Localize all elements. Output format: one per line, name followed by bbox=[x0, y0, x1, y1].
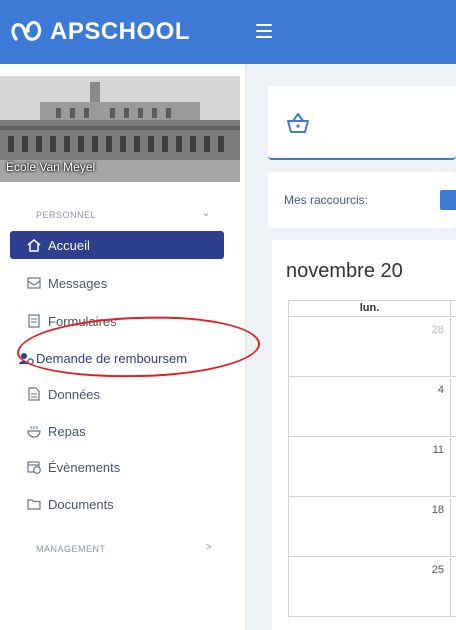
sidebar-item-label: Formulaires bbox=[48, 313, 117, 329]
calendar-grid: lun. 28 4 11 18 25 bbox=[288, 300, 456, 618]
sidebar-item-label: Repas bbox=[48, 423, 86, 439]
calendar-day-cell[interactable]: 18 bbox=[289, 498, 451, 557]
file-icon bbox=[26, 387, 42, 401]
calendar-week-row: 28 bbox=[289, 318, 456, 377]
user-refund-icon bbox=[18, 351, 34, 365]
app-logo[interactable]: APSCHOOL bbox=[0, 0, 246, 64]
chevron-down-icon[interactable]: ⌄ bbox=[202, 208, 210, 219]
day-number: 11 bbox=[432, 444, 444, 456]
sidebar-item-demande-de-remboursement[interactable]: Demande de remboursem bbox=[10, 344, 224, 372]
top-bar: APSCHOOL bbox=[0, 0, 456, 64]
sidebar-item-donnees[interactable]: Données bbox=[10, 380, 224, 408]
app-name: APSCHOOL bbox=[50, 18, 191, 45]
chevron-right-icon[interactable]: > bbox=[206, 542, 212, 553]
calendar-week-row: 11 bbox=[289, 438, 456, 497]
day-number: 18 bbox=[431, 504, 444, 516]
sidebar-item-label: Évènements bbox=[48, 459, 121, 475]
sidebar-item-label: Messages bbox=[48, 275, 108, 291]
shortcuts-label: Mes raccourcis: bbox=[284, 193, 369, 207]
calendar-week-row: 18 bbox=[289, 498, 456, 557]
calendar-day-cell[interactable]: 25 bbox=[289, 558, 451, 617]
calendar-day-cell[interactable]: 28 bbox=[289, 318, 451, 377]
sidebar-item-label: Données bbox=[48, 386, 101, 402]
sidebar-item-documents[interactable]: Documents bbox=[10, 490, 224, 518]
section-management[interactable]: MANAGEMENT bbox=[36, 544, 106, 554]
day-number: 28 bbox=[431, 324, 444, 336]
sidebar-item-messages[interactable]: Messages bbox=[10, 269, 224, 297]
sidebar-item-label: Accueil bbox=[48, 237, 90, 253]
day-number: 4 bbox=[437, 384, 444, 396]
calendar-week-row: 4 bbox=[289, 378, 456, 437]
shortcuts-card: Mes raccourcis: bbox=[268, 172, 456, 228]
meal-icon bbox=[26, 424, 42, 438]
calendar-title: novembre 20 bbox=[286, 260, 403, 282]
sidebar-item-label: Demande de remboursem bbox=[36, 350, 188, 366]
calendar: novembre 20 lun. 28 4 11 18 25 bbox=[272, 240, 456, 630]
home-icon bbox=[26, 238, 42, 252]
calendar-clock-icon bbox=[26, 460, 42, 474]
basket-icon bbox=[287, 113, 309, 133]
sidebar-item-repas[interactable]: Repas bbox=[10, 417, 224, 445]
header-card bbox=[268, 86, 456, 160]
calendar-week-row: 25 bbox=[289, 558, 456, 617]
calendar-day-cell[interactable]: 4 bbox=[289, 378, 451, 437]
sidebar-item-formulaires[interactable]: Formulaires bbox=[10, 307, 224, 335]
menu-toggle-icon[interactable] bbox=[256, 24, 272, 38]
day-number: 25 bbox=[431, 564, 444, 576]
shortcut-button[interactable] bbox=[440, 190, 456, 210]
logo-icon bbox=[11, 20, 42, 41]
calendar-day-cell[interactable]: 11 bbox=[289, 438, 451, 497]
sidebar: Ecole Van Meyel PERSONNEL ⌄ Accueil Mess… bbox=[0, 64, 246, 630]
sidebar-item-accueil[interactable]: Accueil bbox=[10, 231, 224, 259]
sidebar-item-label: Documents bbox=[48, 496, 114, 512]
calendar-header-row: lun. bbox=[289, 301, 456, 317]
form-icon bbox=[26, 314, 42, 328]
school-banner: Ecole Van Meyel bbox=[0, 76, 240, 182]
folder-icon bbox=[26, 497, 42, 511]
section-personnel[interactable]: PERSONNEL bbox=[36, 210, 96, 220]
weekday-header: lun. bbox=[289, 301, 451, 317]
school-name: Ecole Van Meyel bbox=[6, 160, 96, 174]
sidebar-item-evenements[interactable]: Évènements bbox=[10, 453, 224, 481]
envelope-icon bbox=[26, 276, 42, 290]
